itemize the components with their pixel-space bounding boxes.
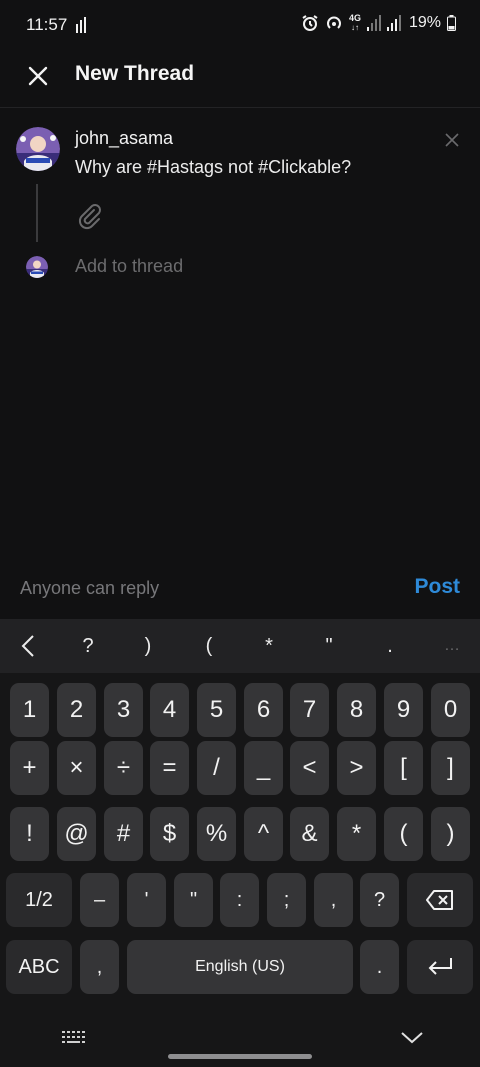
key-6[interactable]: 6 xyxy=(244,683,283,737)
signal-icon xyxy=(366,15,381,31)
key-at[interactable]: @ xyxy=(57,807,96,861)
home-indicator[interactable] xyxy=(168,1054,312,1059)
key-slash[interactable]: / xyxy=(197,741,236,795)
toolbar-symbol[interactable]: " xyxy=(309,619,349,673)
key-2[interactable]: 2 xyxy=(57,683,96,737)
key-period[interactable]: . xyxy=(360,940,399,994)
toolbar-symbol[interactable]: * xyxy=(249,619,289,673)
key-divide[interactable]: ÷ xyxy=(104,741,143,795)
keyboard-switch-icon xyxy=(62,1031,85,1043)
backspace-key[interactable] xyxy=(407,873,473,927)
status-bar: 11:57 4G ↓↑ 19% xyxy=(0,0,480,50)
reply-setting-button[interactable]: Anyone can reply xyxy=(20,578,159,599)
key-right-bracket[interactable]: ] xyxy=(431,741,470,795)
space-key[interactable]: English (US) xyxy=(127,940,353,994)
key-colon[interactable]: : xyxy=(220,873,259,927)
key-right-paren[interactable]: ) xyxy=(431,807,470,861)
close-icon xyxy=(28,66,48,86)
key-left-paren[interactable]: ( xyxy=(384,807,423,861)
key-abc[interactable]: ABC xyxy=(6,940,72,994)
toolbar-more-button[interactable]: … xyxy=(432,619,472,673)
battery-icon xyxy=(447,15,456,31)
remove-post-button[interactable] xyxy=(442,130,462,150)
signal-bars-icon xyxy=(75,17,89,38)
thread-connector-line xyxy=(36,184,38,242)
key-7[interactable]: 7 xyxy=(290,683,329,737)
post-button[interactable]: Post xyxy=(414,575,460,599)
keyboard-toolbar: ? ) ( * " . … xyxy=(0,619,480,673)
key-comma[interactable]: , xyxy=(314,873,353,927)
key-caret[interactable]: ^ xyxy=(244,807,283,861)
key-4[interactable]: 4 xyxy=(150,683,189,737)
enter-icon xyxy=(428,958,452,975)
key-page-toggle[interactable]: 1/2 xyxy=(6,873,72,927)
keyboard-switch-button[interactable] xyxy=(60,1027,86,1047)
app-bar: New Thread xyxy=(0,50,480,108)
key-hash[interactable]: # xyxy=(104,807,143,861)
page-title: New Thread xyxy=(75,62,195,85)
close-button[interactable] xyxy=(22,60,54,92)
toolbar-symbol[interactable]: . xyxy=(370,619,410,673)
key-8[interactable]: 8 xyxy=(337,683,376,737)
key-semicolon[interactable]: ; xyxy=(267,873,306,927)
key-percent[interactable]: % xyxy=(197,807,236,861)
key-asterisk[interactable]: * xyxy=(337,807,376,861)
key-less-than[interactable]: < xyxy=(290,741,329,795)
key-9[interactable]: 9 xyxy=(384,683,423,737)
key-apostrophe[interactable]: ' xyxy=(127,873,166,927)
key-question[interactable]: ? xyxy=(360,873,399,927)
key-underscore[interactable]: _ xyxy=(244,741,283,795)
key-dollar[interactable]: $ xyxy=(150,807,189,861)
key-multiply[interactable]: × xyxy=(57,741,96,795)
toolbar-symbol[interactable]: ? xyxy=(68,619,108,673)
key-exclamation[interactable]: ! xyxy=(10,807,49,861)
signal-icon xyxy=(386,15,401,31)
hide-keyboard-button[interactable] xyxy=(398,1026,426,1048)
network-type: 4G xyxy=(348,13,361,23)
key-equals[interactable]: = xyxy=(150,741,189,795)
key-3[interactable]: 3 xyxy=(104,683,143,737)
close-icon xyxy=(445,133,459,147)
username: john_asama xyxy=(75,128,174,148)
key-5[interactable]: 5 xyxy=(197,683,236,737)
avatar xyxy=(26,256,48,278)
4g-icon: 4G ↓↑ xyxy=(348,13,361,33)
toolbar-symbol[interactable]: ) xyxy=(128,619,168,673)
add-to-thread-input[interactable]: Add to thread xyxy=(75,256,183,277)
chevron-left-icon xyxy=(21,635,34,657)
toolbar-back-button[interactable] xyxy=(8,619,48,673)
key-quote[interactable]: " xyxy=(174,873,213,927)
key-1[interactable]: 1 xyxy=(10,683,49,737)
hide-keyboard-icon xyxy=(401,1032,423,1044)
key-plus[interactable]: + xyxy=(10,741,49,795)
key-dash[interactable]: – xyxy=(80,873,119,927)
key-left-bracket[interactable]: [ xyxy=(384,741,423,795)
key-ampersand[interactable]: & xyxy=(290,807,329,861)
enter-key[interactable] xyxy=(407,940,473,994)
key-greater-than[interactable]: > xyxy=(337,741,376,795)
alarm-icon xyxy=(301,14,319,32)
status-time: 11:57 xyxy=(26,15,68,34)
hotspot-icon xyxy=(325,14,343,32)
battery-level: 19% xyxy=(408,14,441,31)
paperclip-icon xyxy=(78,204,101,230)
key-comma-bottom[interactable]: , xyxy=(80,940,119,994)
backspace-icon xyxy=(426,890,453,910)
avatar[interactable] xyxy=(16,127,60,171)
attach-button[interactable] xyxy=(76,203,104,231)
post-text-input[interactable]: Why are #Hastags not #Clickable? xyxy=(75,157,351,178)
key-0[interactable]: 0 xyxy=(431,683,470,737)
toolbar-symbol[interactable]: ( xyxy=(189,619,229,673)
